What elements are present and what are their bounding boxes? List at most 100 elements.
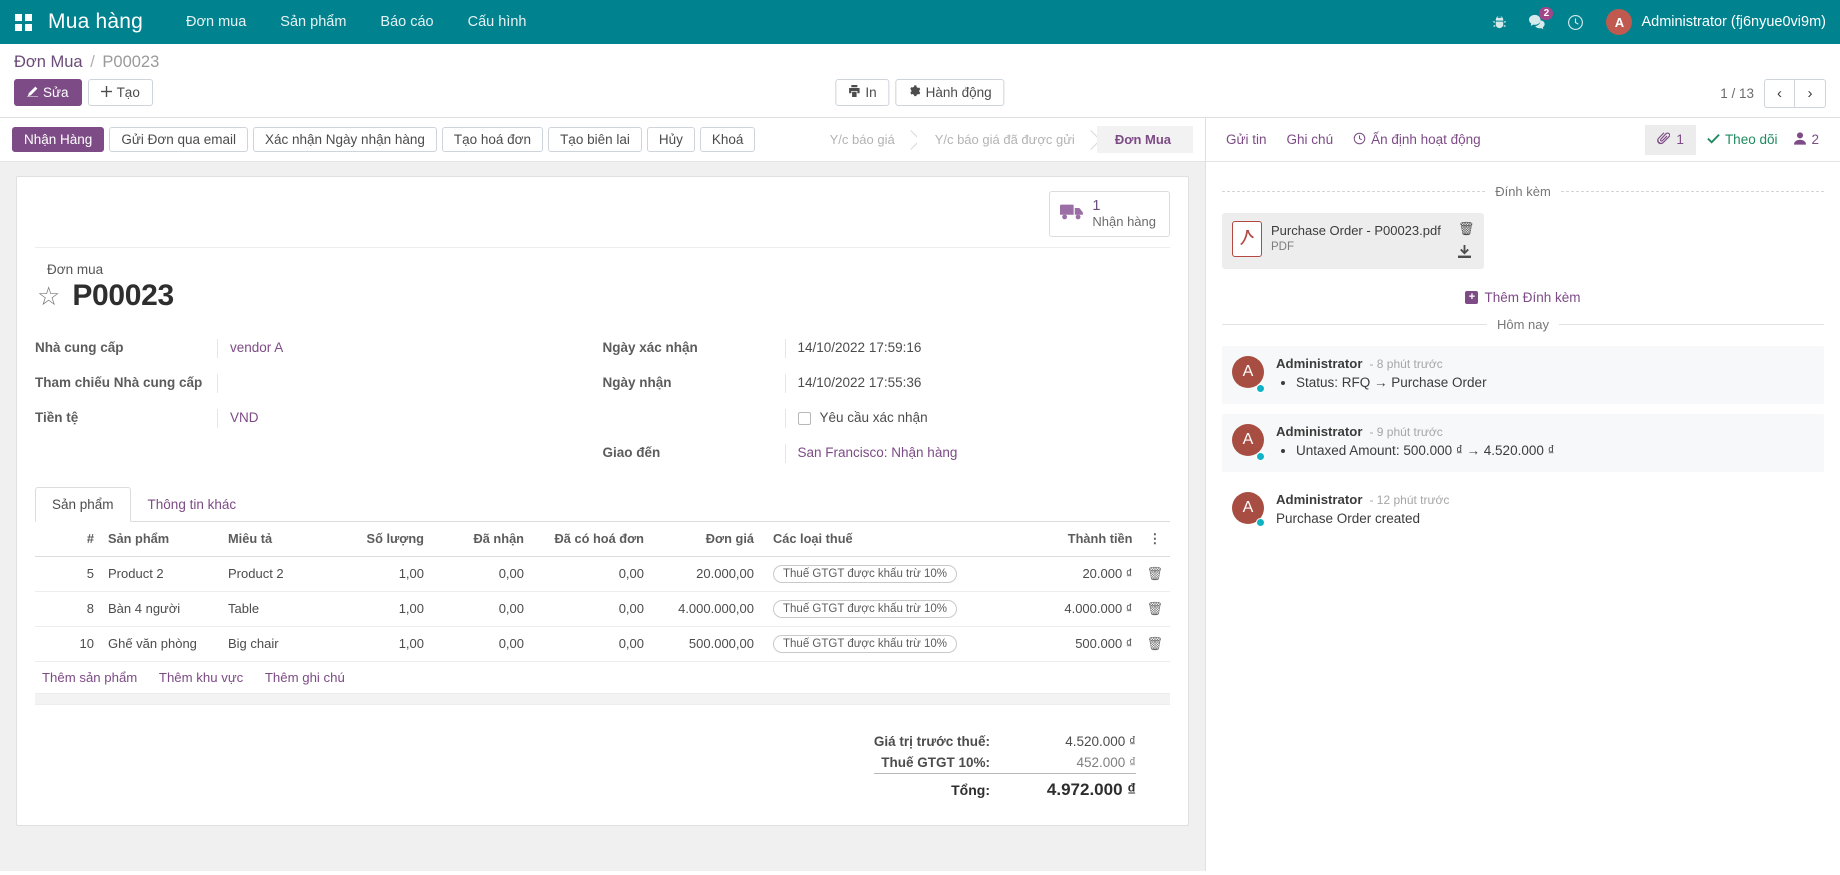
menu-item-bao-cao[interactable]: Báo cáo	[363, 2, 450, 42]
log-note-button[interactable]: Ghi chú	[1277, 124, 1344, 155]
statusbar-button-khoa[interactable]: Khoá	[700, 127, 756, 152]
cell-quantity[interactable]: 1,00	[341, 591, 431, 626]
attachments-button[interactable]: 1	[1645, 125, 1696, 155]
follow-label: Theo dõi	[1725, 132, 1778, 147]
field-value-giao-den[interactable]: San Francisco: Nhận hàng	[785, 444, 1055, 463]
navbar-right-tools: 2 A Administrator (fj6nyue0vi9m)	[1482, 5, 1826, 39]
receipts-stat-button[interactable]: 1 Nhận hàng	[1049, 191, 1170, 237]
trash-icon[interactable]: 🗑	[1458, 221, 1475, 237]
tax-badge[interactable]: Thuế GTGT được khấu trừ 10%	[773, 600, 957, 618]
cell-unit-price[interactable]: 20.000,00	[651, 556, 761, 591]
statusbar-button-nhan-hang[interactable]: Nhận Hàng	[12, 127, 104, 152]
followers-button[interactable]: 2	[1788, 125, 1830, 155]
cell-received[interactable]: 0,00	[431, 556, 531, 591]
breadcrumb-root[interactable]: Đơn Mua	[14, 53, 83, 71]
form-fields-left: Nhà cung cấp vendor A Tham chiếu Nhà cun…	[35, 339, 603, 479]
tax-badge[interactable]: Thuế GTGT được khấu trừ 10%	[773, 565, 957, 583]
statusbar-button-tao-hoa-don[interactable]: Tạo hoá đơn	[442, 127, 543, 152]
field-value-ngay-nhan[interactable]: 14/10/2022 17:55:36	[785, 374, 1055, 393]
cell-product[interactable]: Bàn 4 người	[101, 591, 221, 626]
pager-next-button[interactable]: ›	[1795, 79, 1826, 108]
followers-count: 2	[1811, 132, 1819, 147]
cell-description[interactable]: Product 2	[221, 556, 341, 591]
stage-yc-bao-gia[interactable]: Y/c báo giá	[812, 126, 917, 153]
pager-previous-button[interactable]: ‹	[1764, 79, 1795, 108]
clock-icon[interactable]	[1558, 5, 1592, 39]
apps-grid-icon[interactable]	[6, 14, 40, 31]
tab-thong-tin-khac[interactable]: Thông tin khác	[131, 487, 254, 522]
messages-icon[interactable]: 2	[1520, 5, 1554, 39]
print-button[interactable]: In	[835, 79, 889, 106]
send-message-button[interactable]: Gửi tin	[1216, 124, 1277, 155]
tax-badge[interactable]: Thuế GTGT được khấu trừ 10%	[773, 635, 957, 653]
total-tax-value: 452.000 ₫	[1016, 752, 1136, 774]
cell-unit-price[interactable]: 500.000,00	[651, 626, 761, 661]
chatter-toolbar: Gửi tin Ghi chú Ấn định hoạt động 1	[1206, 118, 1840, 162]
create-button[interactable]: Tạo	[88, 79, 153, 106]
field-value-tham-chieu[interactable]	[217, 374, 517, 393]
statusbar-button-huy[interactable]: Hủy	[647, 127, 695, 152]
stage-don-mua[interactable]: Đơn Mua	[1097, 126, 1193, 153]
cell-unit-price[interactable]: 4.000.000,00	[651, 591, 761, 626]
totals-block: Giá trị trước thuế: 4.520.000 ₫ Thuế GTG…	[35, 731, 1170, 803]
add-note-link[interactable]: Thêm ghi chú	[265, 670, 345, 685]
column-header-num: #	[57, 522, 101, 557]
menu-item-cau-hinh[interactable]: Cấu hình	[451, 2, 544, 42]
user-menu[interactable]: A Administrator (fj6nyue0vi9m)	[1606, 9, 1826, 35]
cell-billed[interactable]: 0,00	[531, 591, 651, 626]
row-drag-handle[interactable]	[35, 591, 57, 626]
chatter-content[interactable]: Đính kèm Purchase Order - P00023.pdf PDF…	[1206, 162, 1840, 871]
trash-icon[interactable]: 🗑	[1146, 566, 1163, 581]
field-value-tien-te[interactable]: VND	[217, 409, 517, 428]
add-section-link[interactable]: Thêm khu vực	[159, 670, 243, 685]
cell-product[interactable]: Ghế văn phòng	[101, 626, 221, 661]
edit-button[interactable]: Sửa	[14, 79, 82, 106]
follow-button[interactable]: Theo dõi	[1696, 125, 1789, 154]
stage-yc-bao-gia-da-duoc-gui[interactable]: Y/c báo giá đã được gửi	[917, 126, 1097, 153]
menu-item-san-pham[interactable]: Sản phẩm	[263, 2, 363, 42]
table-row[interactable]: 10 Ghế văn phòng Big chair 1,00 0,00 0,0…	[35, 626, 1170, 661]
table-row[interactable]: 5 Product 2 Product 2 1,00 0,00 0,00 20.…	[35, 556, 1170, 591]
cell-description[interactable]: Table	[221, 591, 341, 626]
cell-billed[interactable]: 0,00	[531, 626, 651, 661]
vertical-dots-icon[interactable]: ⋮	[1139, 522, 1170, 557]
trash-icon[interactable]: 🗑	[1146, 601, 1163, 616]
statusbar-button-gui-don-qua-email[interactable]: Gửi Đơn qua email	[109, 127, 248, 152]
sheet-scroll-area[interactable]: 1 Nhận hàng Đơn mua ☆ P00023 Nhà cung cấ…	[0, 162, 1205, 871]
bug-icon[interactable]	[1482, 5, 1516, 39]
message-author[interactable]: Administrator	[1276, 492, 1362, 507]
statusbar: Nhận Hàng Gửi Đơn qua email Xác nhận Ngà…	[0, 118, 1205, 162]
row-drag-handle[interactable]	[35, 626, 57, 661]
attachment-card[interactable]: Purchase Order - P00023.pdf PDF 🗑	[1222, 213, 1484, 269]
cell-num: 10	[57, 626, 101, 661]
cell-quantity[interactable]: 1,00	[341, 626, 431, 661]
tab-san-pham[interactable]: Sản phẩm	[35, 487, 131, 522]
cell-quantity[interactable]: 1,00	[341, 556, 431, 591]
statusbar-button-tao-bien-lai[interactable]: Tạo biên lai	[548, 127, 642, 152]
download-icon[interactable]	[1458, 245, 1475, 261]
statusbar-button-xac-nhan-ngay-nhan-hang[interactable]: Xác nhận Ngày nhận hàng	[253, 127, 437, 152]
breadcrumb: Đơn Mua / P00023	[14, 53, 1826, 72]
receipts-count: 1	[1092, 198, 1156, 215]
message-author[interactable]: Administrator	[1276, 424, 1362, 439]
message-author[interactable]: Administrator	[1276, 356, 1362, 371]
trash-icon[interactable]: 🗑	[1146, 636, 1163, 651]
row-drag-handle[interactable]	[35, 556, 57, 591]
field-value-ngay-xac-nhan[interactable]: 14/10/2022 17:59:16	[785, 339, 1055, 358]
add-attachment-label: Thêm Đính kèm	[1484, 290, 1580, 305]
add-product-link[interactable]: Thêm sản phẩm	[42, 670, 137, 685]
cell-received[interactable]: 0,00	[431, 591, 531, 626]
add-attachment-button[interactable]: + Thêm Đính kèm	[1465, 290, 1580, 305]
cell-received[interactable]: 0,00	[431, 626, 531, 661]
field-value-nha-cung-cap[interactable]: vendor A	[217, 339, 517, 358]
menu-item-don-mua[interactable]: Đơn mua	[169, 2, 263, 42]
cell-description[interactable]: Big chair	[221, 626, 341, 661]
schedule-activity-button[interactable]: Ấn định hoạt động	[1343, 124, 1491, 156]
star-icon[interactable]: ☆	[37, 283, 60, 309]
cell-billed[interactable]: 0,00	[531, 556, 651, 591]
checkbox-yeu-cau-xac-nhan[interactable]	[798, 412, 811, 425]
app-brand-title[interactable]: Mua hàng	[48, 10, 143, 34]
cell-product[interactable]: Product 2	[101, 556, 221, 591]
action-button[interactable]: Hành động	[896, 79, 1005, 106]
table-row[interactable]: 8 Bàn 4 người Table 1,00 0,00 0,00 4.000…	[35, 591, 1170, 626]
